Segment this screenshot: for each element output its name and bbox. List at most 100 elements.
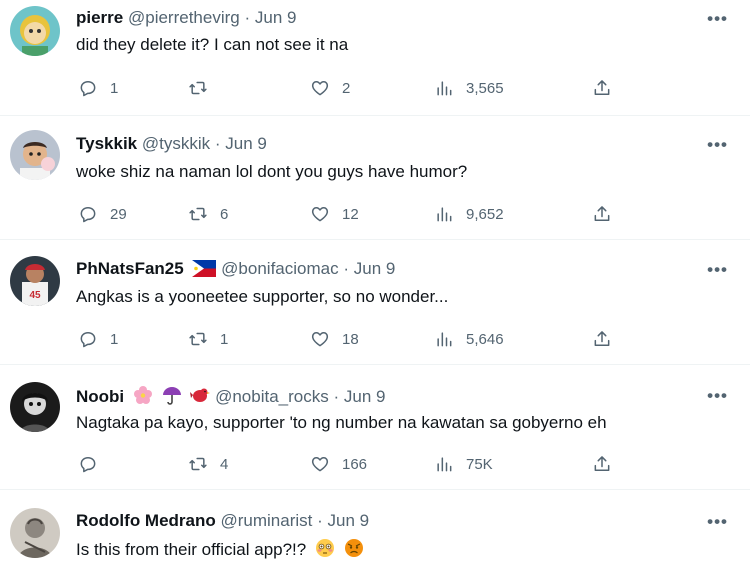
view-count: 5,646: [466, 330, 504, 348]
like-count: 166: [342, 455, 368, 473]
share-button[interactable]: [592, 328, 612, 350]
views-button[interactable]: 5,646: [434, 328, 504, 350]
retweet-button[interactable]: 6: [188, 203, 228, 225]
more-options-icon[interactable]: •••: [707, 136, 728, 153]
timestamp[interactable]: Jun 9: [255, 8, 297, 27]
more-options-icon[interactable]: •••: [707, 10, 728, 27]
action-bar: 1 2 3,565: [76, 77, 636, 99]
tweet-header: pierre @pierrethevirg · Jun 9: [76, 8, 296, 28]
tweet-header: Tyskkik @tyskkik · Jun 9: [76, 134, 267, 154]
share-icon: [594, 331, 610, 346]
share-icon: [594, 456, 610, 471]
retweet-button[interactable]: [188, 77, 220, 99]
views-button[interactable]: 75K: [434, 453, 493, 475]
action-bar: 29 6 12 9,652: [76, 203, 636, 225]
action-bar: 1 1 18 5,646: [76, 328, 636, 350]
display-name[interactable]: PhNatsFan25: [76, 259, 184, 278]
tweet-header: Rodolfo Medrano @ruminarist · Jun 9: [76, 511, 369, 531]
angry-face-icon: [344, 538, 364, 558]
like-button[interactable]: 166: [310, 453, 367, 475]
view-count: 75K: [466, 455, 493, 473]
retweet-icon: [189, 332, 207, 346]
separator: ·: [244, 8, 251, 27]
heart-icon: [311, 332, 329, 347]
avatar[interactable]: [10, 508, 60, 558]
timestamp[interactable]: Jun 9: [344, 387, 386, 406]
retweet-icon: [189, 207, 207, 221]
tweet-header: PhNatsFan25 @bonifaciomac · Jun 9: [76, 259, 395, 279]
share-icon: [594, 206, 610, 221]
share-button[interactable]: [592, 77, 612, 99]
retweet-icon: [189, 457, 207, 471]
display-name[interactable]: pierre: [76, 8, 123, 27]
reply-count: 1: [110, 330, 119, 348]
more-options-icon[interactable]: •••: [707, 261, 728, 278]
views-button[interactable]: 3,565: [434, 77, 504, 99]
avatar[interactable]: [10, 382, 60, 432]
share-icon: [594, 80, 610, 95]
timestamp[interactable]: Jun 9: [354, 259, 396, 278]
views-icon: [437, 207, 452, 222]
more-options-icon[interactable]: •••: [707, 387, 728, 404]
retweet-button[interactable]: 4: [188, 453, 228, 475]
flushed-face-icon: [315, 538, 335, 558]
tweet[interactable]: Rodolfo Medrano @ruminarist · Jun 9 ••• …: [0, 490, 750, 580]
like-count: 2: [342, 79, 351, 97]
tweet-text: Nagtaka pa kayo, supporter 'to ng number…: [76, 413, 607, 432]
reply-button[interactable]: 1: [78, 328, 118, 350]
like-button[interactable]: 2: [310, 77, 350, 99]
view-count: 3,565: [466, 79, 504, 97]
views-icon: [437, 81, 452, 96]
reply-icon: [80, 207, 96, 223]
heart-icon: [311, 81, 329, 96]
avatar[interactable]: 45: [10, 256, 60, 306]
avatar[interactable]: [10, 130, 60, 180]
retweet-button[interactable]: 1: [188, 328, 228, 350]
display-name[interactable]: Noobi: [76, 387, 124, 406]
tweet[interactable]: 45 PhNatsFan25 @bonifaciomac · Jun 9 •••…: [0, 240, 750, 365]
separator: ·: [343, 259, 350, 278]
display-name[interactable]: Tyskkik: [76, 134, 137, 153]
retweet-count: 1: [220, 330, 229, 348]
share-button[interactable]: [592, 453, 612, 475]
views-icon: [437, 332, 452, 347]
separator: ·: [214, 134, 221, 153]
handle[interactable]: @bonifaciomac: [221, 259, 338, 278]
like-button[interactable]: 12: [310, 203, 359, 225]
like-count: 12: [342, 205, 359, 223]
tweet-text: did they delete it? I can not see it na: [76, 35, 349, 54]
retweet-count: 6: [220, 205, 229, 223]
heart-icon: [311, 207, 329, 222]
timestamp[interactable]: Jun 9: [328, 511, 370, 530]
reply-count: 29: [110, 205, 127, 223]
tweet[interactable]: Noobi @nobita_rocks · Jun 9 ••• Nagtaka …: [0, 365, 750, 490]
tweet-text-row: Is this from their official app?!?: [76, 538, 364, 561]
cherry-blossom-icon: [133, 385, 153, 405]
tweet[interactable]: Tyskkik @tyskkik · Jun 9 ••• woke shiz n…: [0, 116, 750, 240]
tweet-text: woke shiz na naman lol dont you guys hav…: [76, 162, 468, 181]
bird-icon: [190, 385, 211, 405]
handle[interactable]: @tyskkik: [142, 134, 210, 153]
reply-button[interactable]: [78, 453, 110, 475]
separator: ·: [333, 387, 340, 406]
handle[interactable]: @pierrethevirg: [128, 8, 240, 27]
reply-count: 1: [110, 79, 119, 97]
views-button[interactable]: 9,652: [434, 203, 504, 225]
timestamp[interactable]: Jun 9: [225, 134, 267, 153]
tweet[interactable]: pierre @pierrethevirg · Jun 9 ••• did th…: [0, 0, 750, 116]
like-button[interactable]: 18: [310, 328, 359, 350]
tweet-text: Angkas is a yooneetee supporter, so no w…: [76, 287, 449, 306]
display-name[interactable]: Rodolfo Medrano: [76, 511, 216, 530]
action-bar: 4 166 75K: [76, 453, 636, 475]
more-options-icon[interactable]: •••: [707, 513, 728, 530]
reply-button[interactable]: 1: [78, 77, 118, 99]
reply-button[interactable]: 29: [78, 203, 127, 225]
reply-icon: [80, 332, 96, 348]
heart-icon: [311, 457, 329, 472]
handle[interactable]: @nobita_rocks: [215, 387, 329, 406]
umbrella-icon: [162, 385, 182, 405]
avatar[interactable]: [10, 6, 60, 56]
handle[interactable]: @ruminarist: [221, 511, 313, 530]
share-button[interactable]: [592, 203, 612, 225]
views-icon: [437, 457, 452, 472]
